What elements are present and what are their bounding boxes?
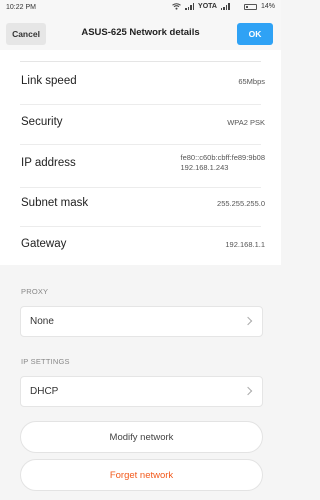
divider bbox=[20, 226, 261, 227]
detail-label: Security bbox=[21, 116, 63, 128]
proxy-select[interactable]: None bbox=[20, 306, 263, 337]
status-bar: 10:22 PM YOTA 14% bbox=[0, 0, 281, 18]
forget-network-button[interactable]: Forget network bbox=[20, 459, 263, 491]
proxy-section-label: PROXY bbox=[21, 287, 49, 296]
detail-label: IP address bbox=[21, 157, 76, 169]
status-time: 10:22 PM bbox=[6, 4, 36, 11]
divider bbox=[20, 104, 261, 105]
detail-row-security: Security WPA2 PSK bbox=[0, 110, 281, 138]
ip-settings-value: DHCP bbox=[30, 386, 59, 397]
page-title: ASUS-625 Network details bbox=[81, 27, 200, 38]
detail-label: Subnet mask bbox=[21, 197, 89, 209]
detail-row-ip-address: IP address fe80::c60b:cbff:fe89:9b08 192… bbox=[0, 150, 281, 182]
detail-label: Link speed bbox=[21, 75, 77, 87]
battery-icon bbox=[243, 3, 257, 10]
chevron-right-icon bbox=[243, 316, 253, 326]
detail-row-link-speed: Link speed 65Mbps bbox=[0, 69, 281, 97]
signal-icon bbox=[185, 3, 195, 10]
detail-row-subnet-mask: Subnet mask 255.255.255.0 bbox=[0, 191, 281, 219]
divider bbox=[20, 61, 261, 62]
carrier-name: YOTA bbox=[198, 3, 217, 10]
divider bbox=[20, 144, 261, 145]
detail-row-gateway: Gateway 192.168.1.1 bbox=[0, 232, 281, 260]
proxy-value: None bbox=[30, 316, 54, 327]
detail-value: WPA2 PSK bbox=[227, 118, 265, 127]
detail-value: 255.255.255.0 bbox=[217, 199, 265, 208]
detail-value: 65Mbps bbox=[238, 77, 265, 86]
ip-settings-section-label: IP SETTINGS bbox=[21, 357, 70, 366]
modify-network-button[interactable]: Modify network bbox=[20, 421, 263, 453]
cancel-button[interactable]: Cancel bbox=[6, 23, 46, 45]
detail-value: fe80::c60b:cbff:fe89:9b08 192.168.1.243 bbox=[180, 153, 265, 172]
detail-value: 192.168.1.1 bbox=[225, 240, 265, 249]
chevron-right-icon bbox=[243, 386, 253, 396]
wifi-icon bbox=[172, 3, 181, 10]
ok-button[interactable]: OK bbox=[237, 23, 273, 45]
status-icons: YOTA 14% bbox=[172, 3, 275, 10]
network-details: Link speed 65Mbps Security WPA2 PSK IP a… bbox=[0, 50, 281, 265]
detail-label: Gateway bbox=[21, 238, 67, 250]
signal-icon bbox=[220, 3, 230, 10]
battery-percent: 14% bbox=[260, 3, 275, 10]
header: Cancel ASUS-625 Network details OK bbox=[0, 18, 281, 50]
divider bbox=[20, 187, 261, 188]
ip-settings-select[interactable]: DHCP bbox=[20, 376, 263, 407]
